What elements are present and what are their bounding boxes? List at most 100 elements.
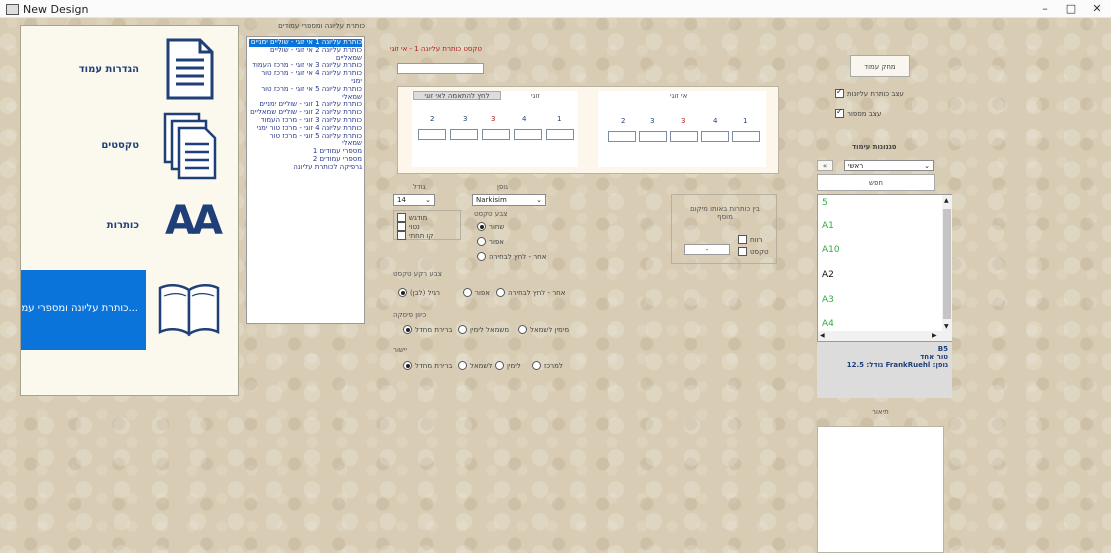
radio-direction-rtl[interactable] [518, 325, 527, 334]
bg-white-option[interactable]: רגיל (לבן) [398, 288, 440, 297]
italic-option[interactable]: נטוי [397, 222, 420, 231]
styles-prev-button[interactable]: « [817, 160, 833, 171]
align-center-option[interactable]: למרכז [532, 361, 563, 370]
italic-checkbox[interactable] [397, 222, 406, 231]
copy-to-odd-button[interactable]: לחץ להתאמה לאי זוגי [413, 91, 501, 100]
bold-checkbox[interactable] [397, 213, 406, 222]
radio-align-right[interactable] [495, 361, 504, 370]
title-bar: New Design – □ ✕ [0, 0, 1111, 18]
radio-align-left[interactable] [458, 361, 467, 370]
size-select[interactable]: 14 ⌄ [393, 194, 435, 206]
list-item[interactable]: גרפיקה לכותרת עליונה [249, 163, 362, 172]
direction-default-option[interactable]: ברירת מחדל [403, 325, 452, 334]
scroll-up-icon[interactable]: ▲ [944, 197, 949, 204]
list-item[interactable]: כותרת עליונה 5 זוגי - מרכז טור שמאלי [249, 132, 362, 149]
odd-number-label: 1 [743, 117, 748, 125]
direction-ltr-option[interactable]: משמאל לימין [458, 325, 509, 334]
header-text-input[interactable] [397, 63, 484, 74]
maximize-button[interactable]: □ [1060, 2, 1082, 16]
format-numbering-checkbox[interactable] [835, 107, 844, 118]
spacing-input[interactable]: - [684, 244, 730, 255]
styles-select[interactable]: ראשי ⌄ [844, 160, 934, 171]
documents-icon [163, 112, 217, 180]
even-slot-input[interactable] [450, 129, 478, 140]
odd-slot-input[interactable] [701, 131, 729, 142]
align-left-option[interactable]: לשמאל [458, 361, 492, 370]
spacing-space-option[interactable]: רווח [738, 235, 762, 244]
radio-direction-default[interactable] [403, 325, 412, 334]
scroll-down-icon[interactable]: ▼ [944, 323, 949, 330]
align-default-option[interactable]: ברירת מחדל [403, 361, 452, 370]
font-value: Narkisim [476, 196, 507, 204]
styles-list[interactable]: 5 A1 A10 A2 A3 A4 ▲ ▼ ◀ ▶ [817, 194, 952, 342]
styles-scrollbar[interactable]: ▲ ▼ [942, 195, 952, 341]
text-color-black-option[interactable]: שחור [477, 222, 504, 231]
text-color-gray-option[interactable]: אפור [477, 237, 504, 246]
bg-other-option[interactable]: אחר - לחץ לבחירה [496, 288, 565, 297]
list-item[interactable]: כותרת עליונה 5 אי זוגי - מרכז טור שמאלי [249, 85, 362, 102]
list-item[interactable]: כותרת עליונה 4 אי זוגי - מרכז טור ימני [249, 69, 362, 86]
radio-bg-white[interactable] [398, 288, 407, 297]
category-texts[interactable]: טקסטים [21, 110, 244, 186]
scroll-left-icon[interactable]: ◀ [820, 332, 825, 339]
scroll-thumb[interactable] [943, 209, 951, 319]
minimize-button[interactable]: – [1034, 2, 1056, 16]
radio-align-default[interactable] [403, 361, 412, 370]
style-info-panel: B5 טור אחד גופן: FrankRuehl גודל: 12.5 [817, 342, 952, 398]
radio-other[interactable] [477, 252, 486, 261]
radio-bg-gray[interactable] [463, 288, 472, 297]
category-page-settings[interactable]: הגדרות עמוד [21, 34, 244, 110]
text-color-other-option[interactable]: אחר - לחץ לבחירה [477, 252, 546, 261]
list-item[interactable]: כותרת עליונה 2 אי זוגי - שוליים שמאליים [249, 46, 362, 63]
odd-label: אי זוגי [670, 92, 688, 100]
style-item[interactable]: A10 [822, 245, 840, 255]
bg-gray-option[interactable]: אפור [463, 288, 490, 297]
spacing-label: בין כותרות באותו מיקום [690, 205, 760, 213]
radio-direction-ltr[interactable] [458, 325, 467, 334]
style-item[interactable]: A4 [822, 319, 834, 329]
spacing-text-checkbox[interactable] [738, 247, 747, 256]
document-icon [166, 38, 214, 100]
odd-slot-input[interactable] [732, 131, 760, 142]
style-item[interactable]: A2 [822, 270, 834, 280]
odd-slot-input[interactable] [608, 131, 636, 142]
radio-align-center[interactable] [532, 361, 541, 370]
chevron-down-icon: ⌄ [425, 196, 431, 204]
style-item[interactable]: A1 [822, 221, 834, 231]
search-button[interactable]: חפש [817, 174, 935, 191]
format-header-option[interactable]: עצב כותרת עליונות [835, 87, 904, 98]
spacing-label-2: מוסף [717, 213, 733, 221]
open-book-icon [158, 284, 220, 337]
even-slot-input[interactable] [546, 129, 574, 140]
radio-gray[interactable] [477, 237, 486, 246]
format-numbering-option[interactable]: עצב מספור [835, 107, 881, 118]
even-label: זוגי [531, 92, 540, 100]
odd-slot-input[interactable] [639, 131, 667, 142]
underline-checkbox[interactable] [397, 231, 406, 240]
styles-hscrollbar[interactable]: ◀ ▶ [818, 331, 942, 341]
scroll-right-icon[interactable]: ▶ [932, 332, 937, 339]
app-title: New Design [6, 3, 88, 16]
style-item[interactable]: 5 [822, 198, 828, 208]
odd-slot-input[interactable] [670, 131, 698, 142]
spacing-text-option[interactable]: טקסט [738, 247, 769, 256]
bold-option[interactable]: מודגש [397, 213, 427, 222]
even-slot-input[interactable] [514, 129, 542, 140]
delete-page-button[interactable]: מחק עמוד [850, 55, 910, 77]
style-item[interactable]: A3 [822, 295, 834, 305]
radio-black[interactable] [477, 222, 486, 231]
spacing-space-checkbox[interactable] [738, 235, 747, 244]
radio-bg-other[interactable] [496, 288, 505, 297]
category-header-page-numbers[interactable]: כותרת עליונה ומספרי עמ... [21, 270, 146, 350]
font-select[interactable]: Narkisim ⌄ [472, 194, 546, 206]
direction-rtl-option[interactable]: מימין לשמאל [518, 325, 569, 334]
format-header-checkbox[interactable] [835, 87, 844, 98]
even-slot-input[interactable] [418, 129, 446, 140]
even-slot-input[interactable] [482, 129, 510, 140]
underline-option[interactable]: קו תחתי [397, 231, 433, 240]
header-types-list[interactable]: כותרת עליונה 1 אי זוגי - שוליים ימניים כ… [246, 36, 365, 324]
close-button[interactable]: ✕ [1086, 2, 1108, 16]
category-headings[interactable]: AA כותרות [21, 190, 244, 266]
description-textarea[interactable] [817, 426, 944, 553]
align-right-option[interactable]: לימין [495, 361, 521, 370]
